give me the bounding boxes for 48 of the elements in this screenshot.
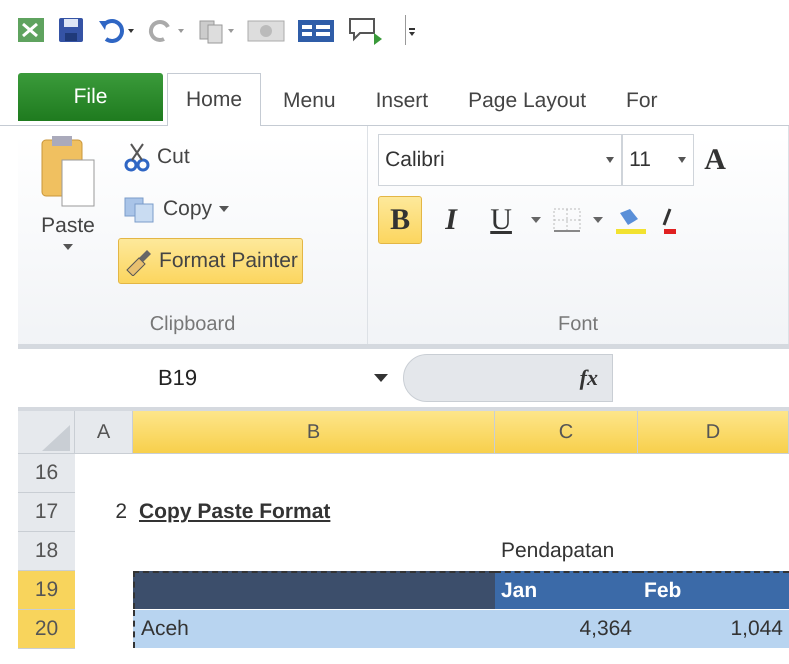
table-cell-text: Copy Paste Format bbox=[138, 499, 332, 525]
ribbon-tab[interactable]: Insert bbox=[358, 77, 446, 125]
paste-label[interactable]: Paste bbox=[41, 214, 95, 238]
column-header[interactable]: A bbox=[75, 411, 133, 454]
ribbon-tab[interactable]: Menu bbox=[265, 77, 354, 125]
row-header[interactable]: 19 bbox=[18, 571, 75, 610]
cut-button[interactable]: Cut bbox=[118, 134, 303, 180]
copy-button[interactable]: Copy bbox=[118, 186, 303, 232]
formula-field[interactable]: fx bbox=[403, 354, 613, 402]
table-cell-text: 2 bbox=[114, 499, 128, 525]
underline-button[interactable]: U bbox=[480, 197, 522, 243]
save-icon[interactable] bbox=[56, 15, 86, 45]
caret-icon bbox=[218, 204, 230, 214]
table-cell: Aceh bbox=[133, 610, 495, 648]
table-header-cell: Jan bbox=[495, 571, 638, 609]
ribbon-tab[interactable]: Page Layout bbox=[450, 77, 604, 125]
group-label: Clipboard bbox=[150, 312, 236, 336]
scissors-icon bbox=[123, 142, 151, 172]
ribbon-tab[interactable]: Home bbox=[167, 73, 262, 126]
spreadsheet-icon[interactable] bbox=[16, 15, 46, 45]
caret-icon bbox=[677, 156, 688, 164]
grow-font-button[interactable]: A bbox=[694, 137, 736, 183]
caret-icon bbox=[605, 156, 616, 164]
italic-button[interactable]: I bbox=[430, 197, 472, 243]
caret-icon bbox=[530, 215, 542, 225]
row-header[interactable]: 18 bbox=[18, 532, 75, 571]
column-header[interactable]: C bbox=[495, 411, 638, 454]
table-header-cell: Feb bbox=[638, 571, 789, 609]
table-cell: 4,364 bbox=[495, 610, 638, 648]
row-header[interactable]: 16 bbox=[18, 454, 75, 493]
format-painter-button[interactable]: Format Painter bbox=[118, 238, 303, 284]
column-header[interactable]: B bbox=[133, 411, 495, 454]
column-header[interactable]: D bbox=[638, 411, 789, 454]
row-header[interactable]: 20 bbox=[18, 610, 75, 649]
group-label: Font bbox=[558, 312, 598, 336]
table-cell: 1,044 bbox=[638, 610, 789, 648]
font-size-field[interactable]: 11 bbox=[622, 134, 694, 186]
file-tab[interactable]: File bbox=[18, 73, 163, 121]
font-name-field[interactable]: Calibri bbox=[378, 134, 622, 186]
table-cell-text: Pendapatan bbox=[500, 538, 616, 564]
row-header[interactable]: 17 bbox=[18, 493, 75, 532]
bold-button[interactable]: B bbox=[378, 196, 422, 244]
insert-function-button[interactable]: fx bbox=[580, 365, 598, 391]
caret-icon bbox=[592, 215, 604, 225]
ribbon-tab[interactable]: For bbox=[608, 77, 676, 125]
name-box[interactable]: B19 bbox=[18, 352, 403, 404]
caret-icon bbox=[373, 373, 389, 383]
caret-icon[interactable] bbox=[61, 242, 75, 252]
